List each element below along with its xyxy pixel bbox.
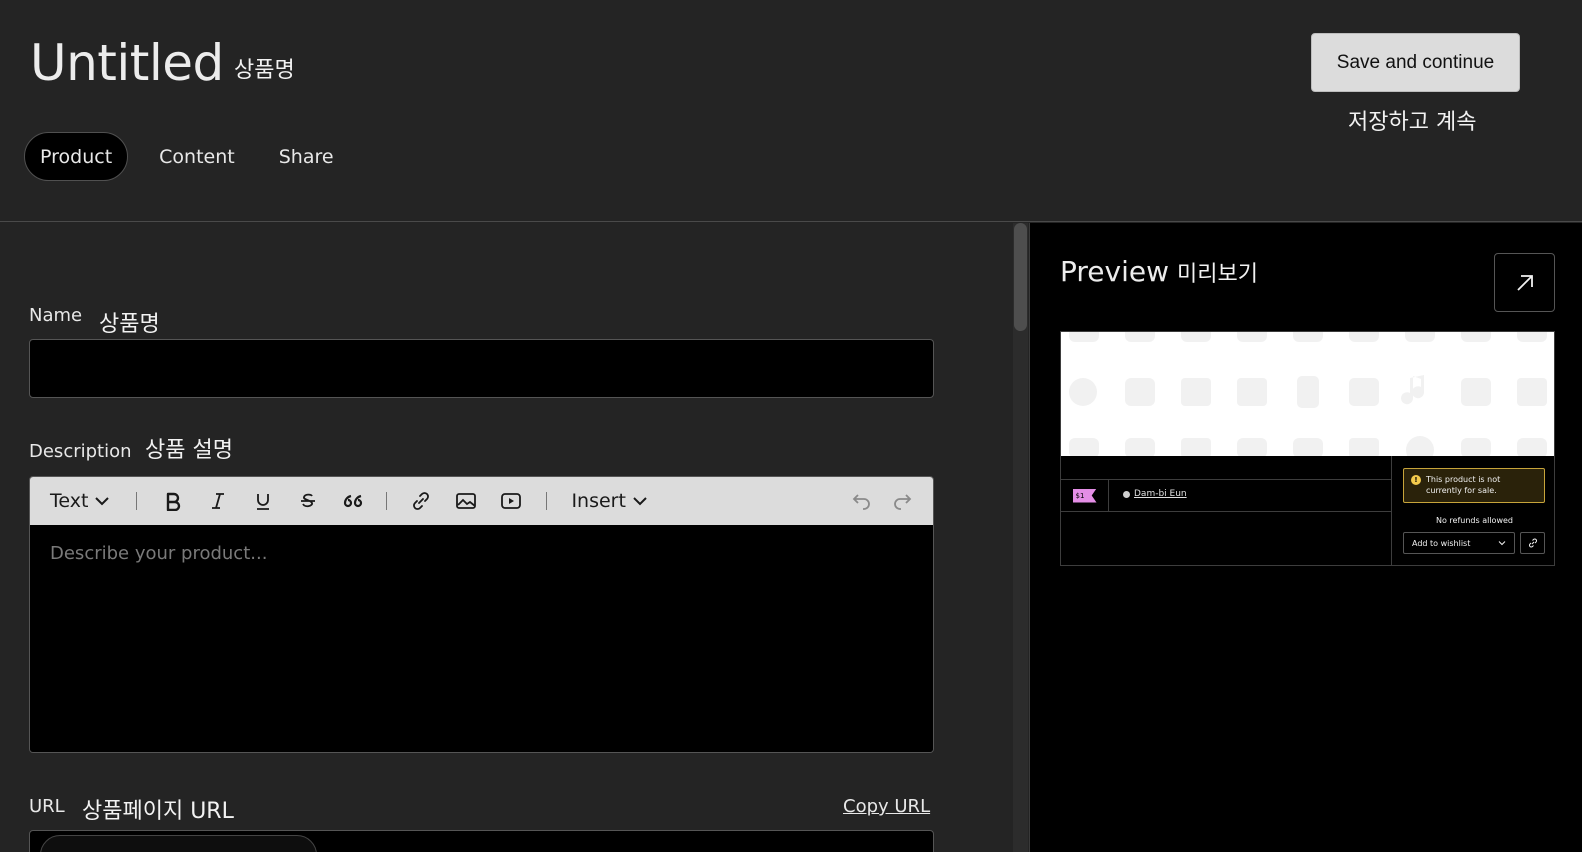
chevron-down-icon [633, 497, 647, 506]
toolbar-divider [136, 492, 138, 510]
description-editor: Text Insert Describe your product... [29, 476, 934, 753]
page-header: Untitled 상품명 Save and continue 저장하고 계속 P… [0, 0, 1582, 222]
copy-url-link[interactable]: Copy URL [843, 796, 930, 817]
product-preview-card: $1 Dam-bi Eun ! This product is not curr… [1060, 331, 1555, 566]
chevron-down-icon [95, 497, 110, 506]
undo-icon[interactable] [850, 489, 874, 513]
refund-policy: No refunds allowed [1436, 516, 1513, 525]
link-icon[interactable] [409, 489, 433, 513]
underline-icon[interactable] [251, 489, 275, 513]
save-button-annotation: 저장하고 계속 [1348, 110, 1477, 135]
seller-link[interactable]: Dam-bi Eun [1123, 489, 1187, 499]
not-for-sale-warning: ! This product is not currently for sale… [1403, 468, 1545, 503]
description-label-annotation: 상품 설명 [145, 438, 233, 463]
copy-link-button[interactable] [1520, 532, 1545, 554]
text-style-dropdown[interactable]: Text [50, 490, 110, 512]
chevron-down-icon [1498, 541, 1506, 546]
tab-product[interactable]: Product [24, 132, 129, 181]
description-placeholder: Describe your product... [50, 543, 268, 564]
toolbar-divider [386, 492, 388, 510]
save-and-continue-button[interactable]: Save and continue [1311, 33, 1520, 92]
warning-text: This product is not currently for sale. [1426, 475, 1501, 495]
redo-icon[interactable] [890, 489, 914, 513]
italic-icon[interactable] [206, 489, 230, 513]
link-icon [1528, 538, 1537, 548]
price-tag: $1 [1072, 488, 1097, 503]
quote-icon[interactable] [341, 489, 365, 513]
description-textarea[interactable]: Describe your product... [30, 525, 933, 752]
url-prefix-pill [40, 835, 317, 852]
cover-pattern-icons [1069, 332, 1547, 456]
page-title[interactable]: Untitled [30, 34, 224, 92]
purchase-panel: ! This product is not currently for sale… [1391, 456, 1554, 565]
editor-toolbar: Text Insert [30, 477, 933, 525]
product-meta-row: $1 Dam-bi Eun [1061, 479, 1391, 512]
url-label-annotation: 상품페이지 URL [82, 799, 234, 824]
arrow-up-right-icon [1516, 274, 1533, 291]
seller-name: Dam-bi Eun [1134, 489, 1187, 499]
name-input[interactable] [29, 339, 934, 398]
toolbar-divider [546, 492, 548, 510]
bold-icon[interactable] [161, 489, 185, 513]
insert-label: Insert [571, 490, 626, 512]
url-label: URL [29, 796, 65, 817]
name-label: Name [29, 305, 83, 326]
preview-title-annotation: 미리보기 [1177, 262, 1258, 287]
add-to-wishlist-button[interactable]: Add to wishlist [1403, 532, 1515, 554]
scrollbar-thumb[interactable] [1014, 223, 1027, 331]
description-label: Description [29, 441, 132, 462]
insert-dropdown[interactable]: Insert [571, 490, 648, 512]
open-preview-button[interactable] [1494, 253, 1555, 312]
tab-share[interactable]: Share [264, 132, 349, 181]
strikethrough-icon[interactable] [296, 489, 320, 513]
name-label-annotation: 상품명 [99, 312, 160, 337]
avatar [1123, 490, 1130, 498]
image-icon[interactable] [454, 489, 478, 513]
product-editor: Name 상품명 Description 상품 설명 Text Insert D… [0, 223, 1013, 852]
video-icon[interactable] [499, 489, 523, 513]
tab-bar: Product Content Share [24, 132, 349, 181]
preview-panel: Preview 미리보기 $1 Dam-bi Eun ! This produc… [1029, 223, 1582, 852]
preview-heading: Preview 미리보기 [1060, 255, 1258, 288]
url-input[interactable] [29, 830, 934, 852]
wishlist-label: Add to wishlist [1412, 538, 1471, 548]
price-cell: $1 [1061, 480, 1109, 511]
page-title-annotation: 상품명 [234, 58, 295, 83]
product-cover [1061, 332, 1554, 456]
editor-scrollbar[interactable] [1013, 223, 1028, 852]
warning-icon: ! [1411, 475, 1421, 485]
preview-title: Preview [1060, 255, 1169, 288]
text-style-label: Text [50, 490, 89, 512]
tab-content[interactable]: Content [144, 132, 250, 181]
